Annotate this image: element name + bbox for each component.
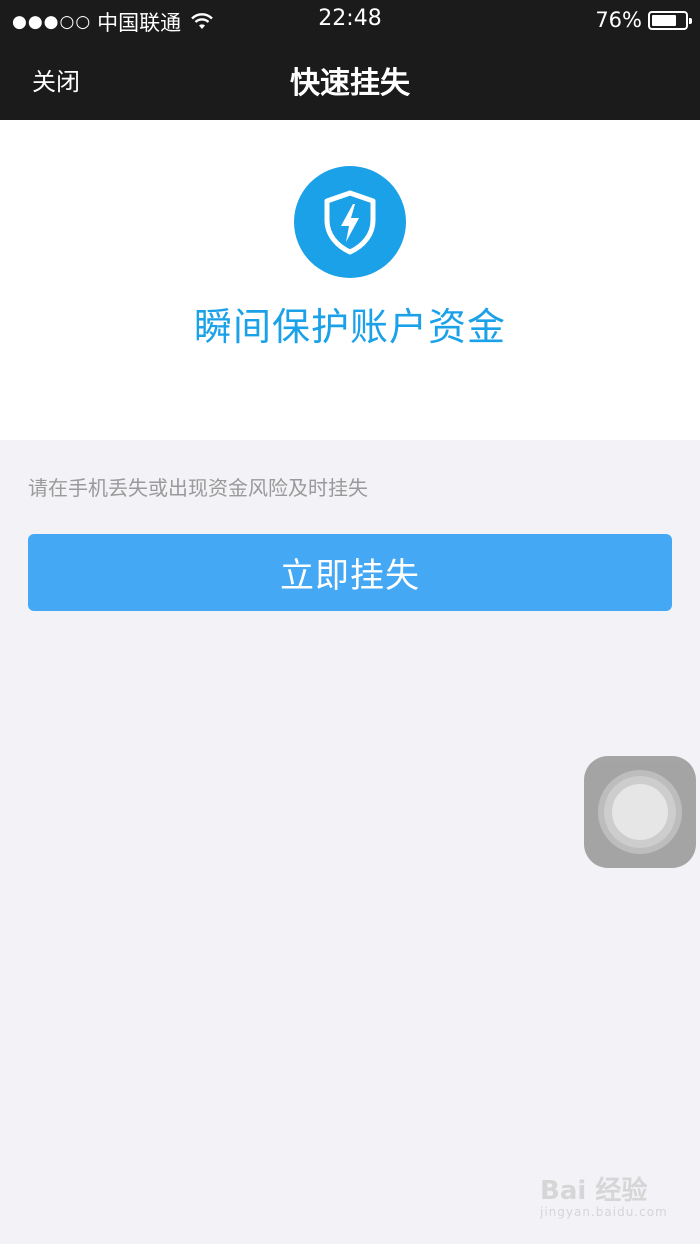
status-bar: ●●●○○ 中国联通 22:48 76% xyxy=(0,0,700,40)
battery-percent: 76% xyxy=(595,8,642,32)
report-loss-button[interactable]: 立即挂失 xyxy=(28,534,672,611)
battery-icon xyxy=(648,10,692,30)
navigation-bar: 关闭 快速挂失 xyxy=(0,40,700,120)
watermark-main: Bai 经验 xyxy=(540,1176,648,1206)
hint-text: 请在手机丢失或出现资金风险及时挂失 xyxy=(28,476,368,500)
shield-lightning-icon xyxy=(294,166,406,278)
battery-status: 76% xyxy=(595,8,692,32)
hero-section: 瞬间保护账户资金 xyxy=(0,120,700,440)
top-bar: ●●●○○ 中国联通 22:48 76% 关闭 快速挂失 xyxy=(0,0,700,120)
hero-title: 瞬间保护账户资金 xyxy=(193,305,506,349)
assistive-touch-button[interactable] xyxy=(584,756,696,868)
page-title: 快速挂失 xyxy=(290,66,410,101)
watermark-url: jingyan.baidu.com xyxy=(540,1205,668,1219)
baidu-watermark: Bai 经验 jingyan.baidu.com xyxy=(540,1170,668,1219)
